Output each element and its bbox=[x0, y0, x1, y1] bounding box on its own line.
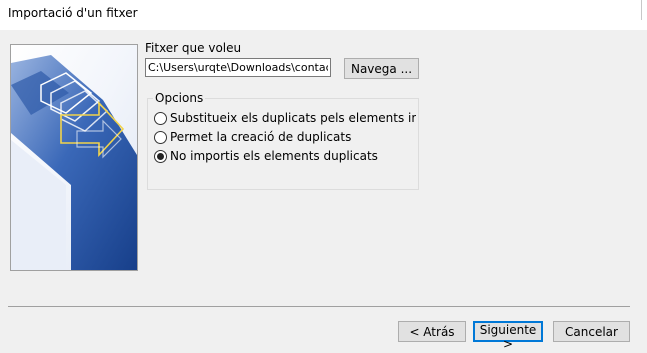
option-label: Permet la creació de duplicats bbox=[170, 130, 352, 144]
title-bar: Importació d'un fitxer bbox=[0, 0, 647, 30]
option-replace-duplicates[interactable]: Substitueix els duplicats pels elements … bbox=[154, 111, 416, 127]
file-path-input[interactable] bbox=[145, 58, 331, 77]
import-arrows-graphic bbox=[11, 45, 137, 270]
browse-button[interactable]: Navega ... bbox=[344, 58, 419, 79]
radio-button[interactable] bbox=[154, 112, 167, 125]
option-label: No importis els elements duplicats bbox=[170, 149, 378, 163]
option-skip-duplicates[interactable]: No importis els elements duplicats bbox=[154, 149, 416, 165]
back-button[interactable]: < Atrás bbox=[398, 321, 466, 342]
next-button[interactable]: Siguiente > bbox=[473, 321, 543, 351]
options-legend: Opcions bbox=[153, 91, 206, 105]
option-label: Substitueix els duplicats pels elements … bbox=[170, 111, 416, 125]
window-title: Importació d'un fitxer bbox=[8, 6, 138, 20]
window-edge bbox=[641, 0, 642, 20]
option-allow-duplicates[interactable]: Permet la creació de duplicats bbox=[154, 130, 416, 146]
radio-button[interactable] bbox=[154, 150, 167, 163]
file-label: Fitxer que voleu bbox=[145, 41, 242, 55]
wizard-illustration bbox=[10, 44, 138, 271]
footer-separator bbox=[8, 306, 630, 307]
cancel-button[interactable]: Cancelar bbox=[553, 321, 630, 342]
radio-button[interactable] bbox=[154, 131, 167, 144]
